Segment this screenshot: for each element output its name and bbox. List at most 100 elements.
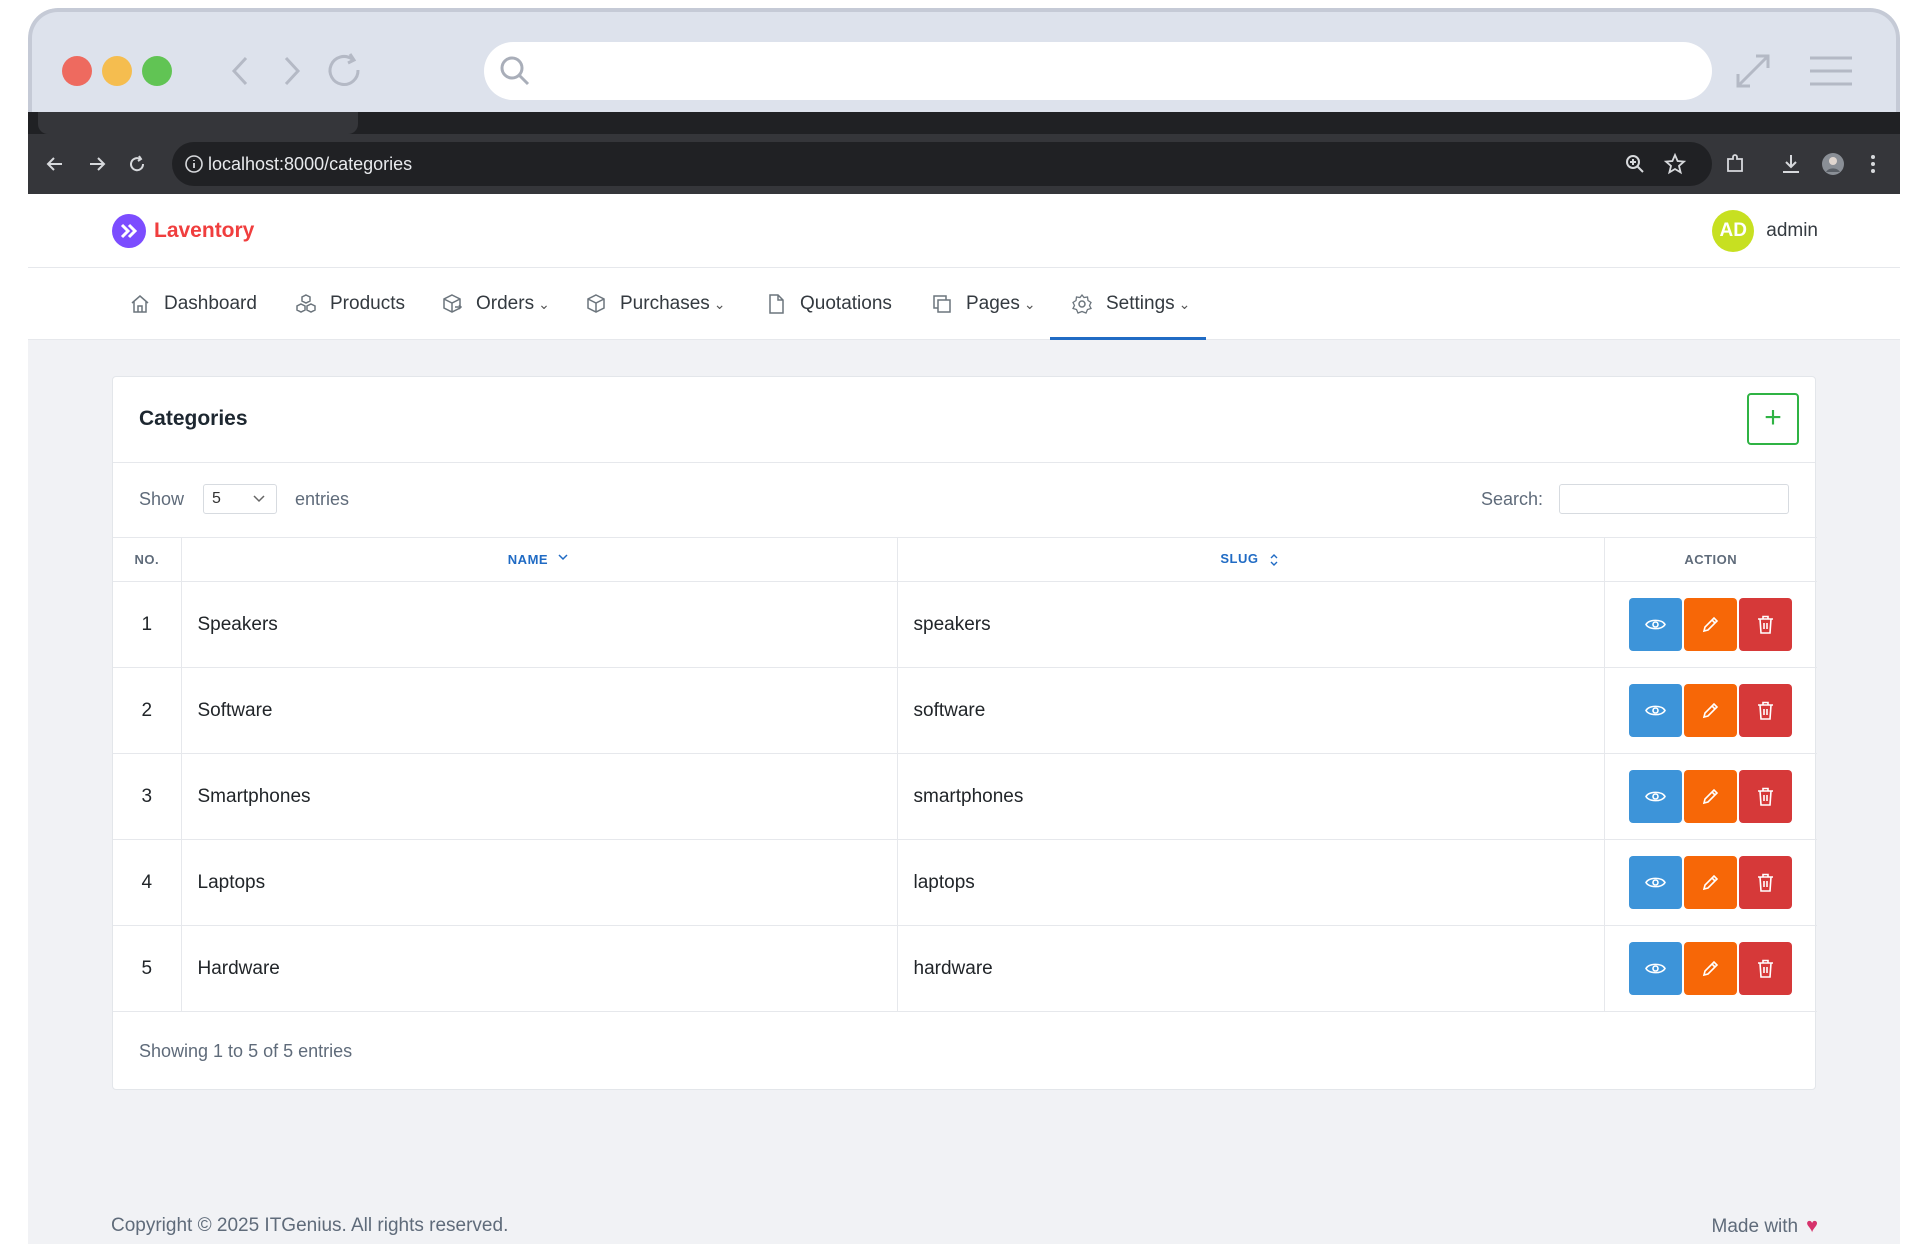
- search-input[interactable]: [1559, 484, 1789, 514]
- eye-icon: [1643, 870, 1668, 895]
- cell-slug: laptops: [897, 839, 1605, 926]
- card-header: Categories +: [113, 377, 1815, 463]
- eye-icon: [1643, 956, 1668, 981]
- avatar: AD: [1712, 210, 1755, 252]
- cell-actions: [1604, 839, 1817, 926]
- nav-item-settings[interactable]: Settings ⌄: [1070, 268, 1190, 340]
- back-arrow-icon[interactable]: [218, 48, 264, 94]
- column-header-no[interactable]: NO.: [113, 537, 182, 582]
- forward-icon[interactable]: [82, 149, 112, 179]
- delete-button[interactable]: [1739, 598, 1793, 651]
- edit-button[interactable]: [1684, 770, 1738, 823]
- page-length-select[interactable]: 5: [203, 484, 277, 514]
- menu-icon[interactable]: [1806, 48, 1856, 94]
- search-label: Search:: [1480, 489, 1543, 509]
- show-label: Show: [139, 489, 185, 509]
- star-icon[interactable]: [1660, 149, 1690, 179]
- edit-button[interactable]: [1684, 856, 1738, 909]
- trash-icon: [1753, 956, 1778, 981]
- nav-label: Quotations: [800, 293, 892, 314]
- nav-item-orders[interactable]: Orders ⌄: [440, 268, 550, 340]
- view-button[interactable]: [1629, 684, 1683, 737]
- delete-button[interactable]: [1739, 684, 1793, 737]
- pencil-icon: [1698, 698, 1723, 723]
- info-icon[interactable]: [184, 154, 204, 174]
- reload-icon[interactable]: [122, 149, 152, 179]
- delete-button[interactable]: [1739, 856, 1793, 909]
- chevron-down-icon: ⌄: [1178, 295, 1191, 312]
- close-window-button[interactable]: [62, 56, 92, 86]
- copy-icon: [933, 295, 951, 313]
- user-menu[interactable]: AD admin: [1712, 210, 1818, 252]
- column-header-action: ACTION: [1604, 537, 1817, 582]
- eye-icon: [1643, 698, 1668, 723]
- column-header-name[interactable]: NAME: [181, 537, 898, 582]
- trash-icon: [1753, 784, 1778, 809]
- categories-table: NO. NAME SLUG ACTION 1 Speakers speakers 2 S…: [113, 537, 1817, 1012]
- nav-label: Pages: [966, 293, 1020, 314]
- cell-actions: [1604, 581, 1817, 668]
- mac-address-bar[interactable]: [484, 42, 1712, 100]
- table-info: Showing 1 to 5 of 5 entries: [139, 1041, 353, 1061]
- nav-item-quotations[interactable]: Quotations: [764, 268, 892, 340]
- package-in-icon: [587, 294, 605, 313]
- add-category-button[interactable]: +: [1747, 393, 1799, 445]
- edit-button[interactable]: [1684, 942, 1738, 995]
- eye-icon: [1643, 784, 1668, 809]
- view-button[interactable]: [1629, 770, 1683, 823]
- cell-actions: [1604, 667, 1817, 754]
- cell-actions: [1604, 925, 1817, 1012]
- cell-name: Smartphones: [181, 753, 898, 840]
- nav-item-dashboard[interactable]: Dashboard: [128, 268, 257, 340]
- cell-no: 5: [113, 925, 182, 1012]
- minimize-window-button[interactable]: [102, 56, 132, 86]
- cell-no: 4: [113, 839, 182, 926]
- nav-label: Products: [330, 293, 405, 314]
- extensions-icon[interactable]: [1720, 149, 1750, 179]
- table-header-row: NO. NAME SLUG ACTION: [113, 537, 1817, 582]
- table-row: 3 Smartphones smartphones: [113, 753, 1817, 840]
- file-icon: [769, 294, 784, 314]
- user-name: admin: [1766, 220, 1818, 241]
- table-row: 2 Software software: [113, 667, 1817, 754]
- edit-button[interactable]: [1684, 684, 1738, 737]
- nav-item-products[interactable]: Products: [294, 268, 405, 340]
- forward-arrow-icon[interactable]: [268, 48, 314, 94]
- maximize-window-button[interactable]: [142, 56, 172, 86]
- cell-no: 1: [113, 581, 182, 668]
- cell-slug: smartphones: [897, 753, 1605, 840]
- browser-tab[interactable]: [38, 112, 358, 134]
- table-row: 1 Speakers speakers: [113, 581, 1817, 668]
- kebab-menu-icon[interactable]: [1858, 149, 1888, 179]
- window-frame: localhost:8000/categories Laventory AD a…: [28, 8, 1900, 1244]
- delete-button[interactable]: [1739, 942, 1793, 995]
- back-icon[interactable]: [40, 149, 70, 179]
- cell-name: Software: [181, 667, 898, 754]
- cell-actions: [1604, 753, 1817, 840]
- browser-toolbar: localhost:8000/categories: [28, 134, 1900, 194]
- pencil-icon: [1698, 870, 1723, 895]
- cell-slug: hardware: [897, 925, 1605, 1012]
- view-button[interactable]: [1629, 942, 1683, 995]
- profile-avatar-icon[interactable]: [1818, 149, 1848, 179]
- home-icon: [131, 295, 149, 313]
- expand-icon[interactable]: [1728, 48, 1778, 94]
- delete-button[interactable]: [1739, 770, 1793, 823]
- nav-item-pages[interactable]: Pages ⌄: [930, 268, 1036, 340]
- view-button[interactable]: [1629, 856, 1683, 909]
- cell-slug: speakers: [897, 581, 1605, 668]
- address-bar[interactable]: localhost:8000/categories: [172, 142, 1712, 186]
- nav-item-purchases[interactable]: Purchases ⌄: [584, 268, 726, 340]
- brand-logo[interactable]: Laventory: [112, 214, 254, 248]
- boxes-icon: [296, 294, 316, 313]
- cell-no: 3: [113, 753, 182, 840]
- logo-icon: [112, 214, 146, 248]
- reload-icon[interactable]: [322, 48, 368, 94]
- zoom-icon[interactable]: [1620, 149, 1650, 179]
- view-button[interactable]: [1629, 598, 1683, 651]
- url-text: localhost:8000/categories: [208, 154, 413, 174]
- package-out-icon: [443, 294, 463, 313]
- download-icon[interactable]: [1776, 149, 1806, 179]
- edit-button[interactable]: [1684, 598, 1738, 651]
- column-header-slug[interactable]: SLUG: [897, 537, 1605, 582]
